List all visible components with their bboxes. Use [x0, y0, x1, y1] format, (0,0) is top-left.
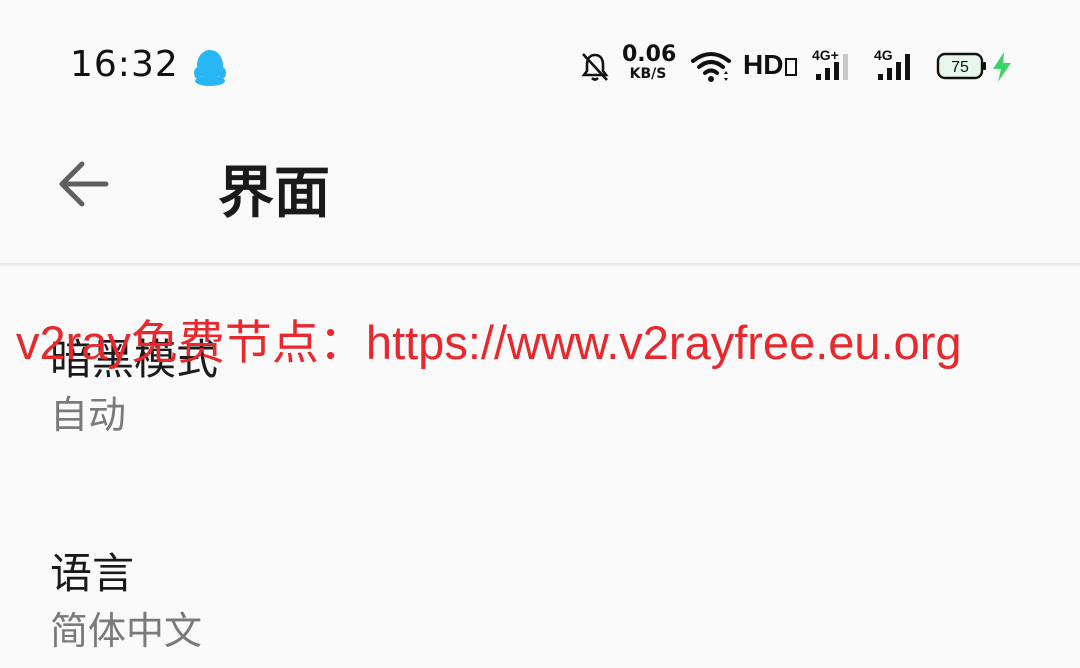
page-title: 界面	[218, 161, 330, 226]
qq-penguin-icon	[194, 50, 226, 86]
hd-label: HD	[743, 49, 784, 80]
toolbar-divider	[0, 263, 1080, 267]
charging-bolt-icon	[993, 52, 1011, 82]
network-speed-value: 0.06	[622, 42, 677, 67]
sim2-label: 4G	[874, 47, 893, 63]
wifi-icon	[691, 52, 731, 82]
setting-dark-mode-title: 暗黑模式	[50, 335, 219, 384]
setting-dark-mode-summary: 自动	[50, 393, 127, 437]
status-time: 16:32	[70, 44, 179, 85]
bell-off-icon	[581, 53, 609, 81]
network-speed: 0.06 KB/S	[622, 42, 677, 83]
setting-language-title: 语言	[50, 549, 135, 598]
network-speed-unit: KB/S	[629, 66, 667, 82]
signal-icon-sim2: 4G	[874, 47, 910, 80]
arrow-left-icon	[59, 161, 109, 207]
battery-icon: 75	[936, 52, 986, 80]
status-bar: 16:32 0.06 KB/S HD 4G+ 4G 75	[0, 0, 1080, 130]
signal-icon-sim1: 4G+	[812, 47, 848, 80]
battery-level: 75	[951, 59, 969, 76]
toolbar: 界面	[0, 130, 1080, 264]
setting-language-summary: 简体中文	[50, 609, 203, 653]
back-button[interactable]	[52, 152, 116, 216]
sim1-label: 4G+	[812, 47, 839, 63]
setting-language[interactable]: 语言 简体中文	[0, 520, 1080, 668]
hd-voice-badge: HD	[743, 49, 798, 81]
setting-dark-mode[interactable]: 暗黑模式 自动	[0, 300, 1080, 470]
